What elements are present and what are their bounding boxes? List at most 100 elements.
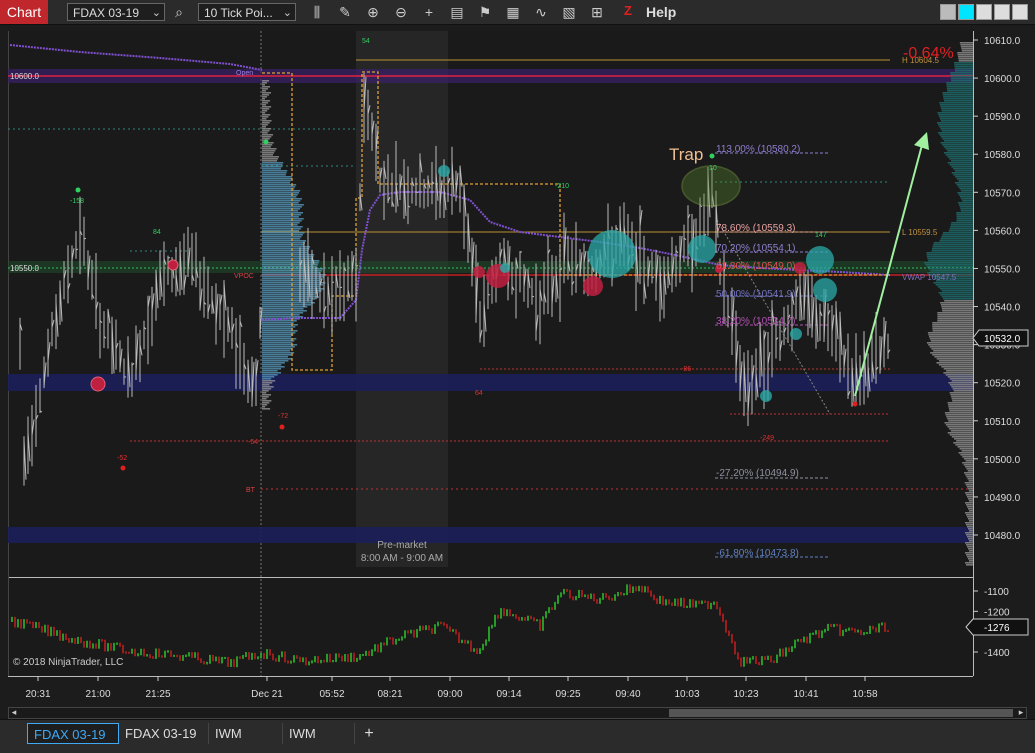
profile-bar bbox=[951, 396, 973, 398]
draw-pencil-icon[interactable]: ✎ bbox=[336, 3, 354, 21]
profile-bar bbox=[965, 522, 973, 524]
profile-bar bbox=[947, 86, 973, 88]
profile-bar bbox=[962, 462, 973, 464]
tab-iwm-1[interactable]: IWM bbox=[209, 723, 283, 744]
session-profile-bar bbox=[262, 248, 309, 250]
share-icon[interactable]: ⊞ bbox=[588, 3, 606, 21]
bar-label: 54 bbox=[362, 38, 370, 45]
tab-fdax-1[interactable]: FDAX 03-19 bbox=[27, 723, 119, 744]
scroll-left-icon[interactable]: ◂ bbox=[9, 707, 19, 717]
chart-canvas[interactable]: 10600.0 10550.0 Open VPOC BT H 10604.5 L… bbox=[0, 25, 1035, 707]
crosshair-icon[interactable]: + bbox=[420, 3, 438, 21]
session-profile-bar bbox=[262, 134, 273, 136]
profile-bar bbox=[965, 466, 973, 468]
interval-selector[interactable]: 10 Tick Poi... ⌄ bbox=[198, 3, 296, 21]
profile-bar bbox=[927, 342, 973, 344]
maximize-button[interactable] bbox=[994, 4, 1010, 20]
price-bar-tick bbox=[488, 294, 490, 295]
session-profile-bar bbox=[262, 88, 268, 90]
profile-bar bbox=[960, 454, 973, 456]
profile-bar bbox=[936, 362, 973, 364]
profile-bar bbox=[925, 264, 973, 266]
profile-bar bbox=[943, 372, 973, 374]
bar-label: 64 bbox=[475, 390, 483, 397]
profile-bar bbox=[942, 144, 973, 146]
add-tab-button[interactable]: + bbox=[360, 723, 378, 744]
profile-bar bbox=[960, 208, 973, 210]
profile-bar bbox=[937, 320, 973, 322]
data-box-icon[interactable]: ▧ bbox=[560, 3, 578, 21]
close-button[interactable] bbox=[1012, 4, 1028, 20]
price-tick-label: 10480.0 bbox=[984, 531, 1021, 542]
horizontal-scrollbar[interactable]: ◂ ▸ bbox=[8, 707, 1027, 719]
fib-label-786: 78.60% (10559.3) bbox=[716, 223, 796, 234]
zoom-in-icon[interactable]: ⊕ bbox=[364, 3, 382, 21]
session-profile-bar bbox=[262, 96, 267, 98]
session-profile-bar bbox=[262, 310, 307, 312]
bar-label: -210 bbox=[555, 183, 569, 190]
session-profile-bar bbox=[262, 114, 270, 116]
profile-bar bbox=[955, 70, 973, 72]
help-menu[interactable]: Help bbox=[646, 4, 676, 20]
scroll-thumb[interactable] bbox=[669, 709, 1013, 717]
profile-bar bbox=[941, 304, 973, 306]
chevron-down-icon: ⌄ bbox=[283, 4, 292, 22]
signal-dot-green bbox=[264, 140, 269, 145]
profile-bar bbox=[967, 506, 973, 508]
session-profile-bar bbox=[262, 392, 266, 394]
session-profile-bar bbox=[262, 146, 271, 148]
bubble-red bbox=[583, 276, 603, 296]
fib-label-382: 38.20% (10534.7) bbox=[716, 316, 796, 327]
bar-type-icon[interactable]: ⫼ bbox=[308, 3, 326, 21]
pct-change-label: -0.64% bbox=[903, 45, 954, 62]
price-tick-label: 10580.0 bbox=[984, 150, 1021, 161]
profile-bar bbox=[945, 412, 973, 414]
profile-bar bbox=[948, 402, 973, 404]
session-profile-bar bbox=[262, 150, 275, 152]
minimize-button[interactable] bbox=[976, 4, 992, 20]
session-profile-bar bbox=[262, 374, 278, 376]
bubble-red bbox=[168, 260, 178, 270]
session-profile-bar bbox=[262, 258, 313, 260]
profile-bar bbox=[968, 558, 973, 560]
time-tick-label: 09:40 bbox=[615, 689, 640, 700]
profile-bar bbox=[960, 448, 973, 450]
indicators-icon[interactable]: ∿ bbox=[532, 3, 550, 21]
profile-bar bbox=[939, 126, 973, 128]
time-tick-label: 21:25 bbox=[145, 689, 170, 700]
session-profile-bar bbox=[262, 298, 315, 300]
tab-iwm-2[interactable]: IWM bbox=[283, 723, 355, 744]
profile-bar bbox=[949, 408, 973, 410]
time-tick-label: 21:00 bbox=[85, 689, 110, 700]
window-color-button[interactable] bbox=[940, 4, 956, 20]
scroll-right-icon[interactable]: ▸ bbox=[1016, 707, 1026, 717]
session-profile-bar bbox=[262, 354, 291, 356]
strategies-icon[interactable]: ▦ bbox=[504, 3, 522, 21]
tab-fdax-2[interactable]: FDAX 03-19 bbox=[119, 723, 209, 744]
bar-label: -249 bbox=[760, 435, 774, 442]
session-profile-bar bbox=[262, 316, 303, 318]
templates-icon[interactable]: ⚑ bbox=[476, 3, 494, 21]
profile-bar bbox=[953, 168, 973, 170]
instrument-selector[interactable]: FDAX 03-19 ⌄ bbox=[67, 3, 165, 21]
profile-bar bbox=[958, 180, 973, 182]
profile-bar bbox=[938, 286, 973, 288]
search-icon[interactable]: ⌕ bbox=[170, 3, 188, 21]
profile-bar bbox=[959, 204, 973, 206]
link-color-button[interactable] bbox=[958, 4, 974, 20]
bar-label: -72 bbox=[278, 413, 288, 420]
session-profile-bar bbox=[262, 350, 290, 352]
session-profile-bar bbox=[262, 130, 269, 132]
profile-bar bbox=[944, 152, 973, 154]
profile-bar bbox=[966, 514, 973, 516]
profile-bar bbox=[962, 200, 973, 202]
zoom-out-icon[interactable]: ⊖ bbox=[392, 3, 410, 21]
z-icon[interactable]: Z bbox=[624, 3, 638, 19]
session-profile-bar bbox=[262, 402, 269, 404]
bubble-teal bbox=[806, 246, 834, 274]
time-axis: 20:3121:0021:25Dec 2105:5208:2109:0009:1… bbox=[25, 676, 877, 700]
properties-icon[interactable]: ▤ bbox=[448, 3, 466, 21]
chart-menu-button[interactable]: Chart bbox=[0, 0, 48, 24]
profile-bar bbox=[965, 502, 973, 504]
bubble-teal bbox=[588, 230, 636, 278]
